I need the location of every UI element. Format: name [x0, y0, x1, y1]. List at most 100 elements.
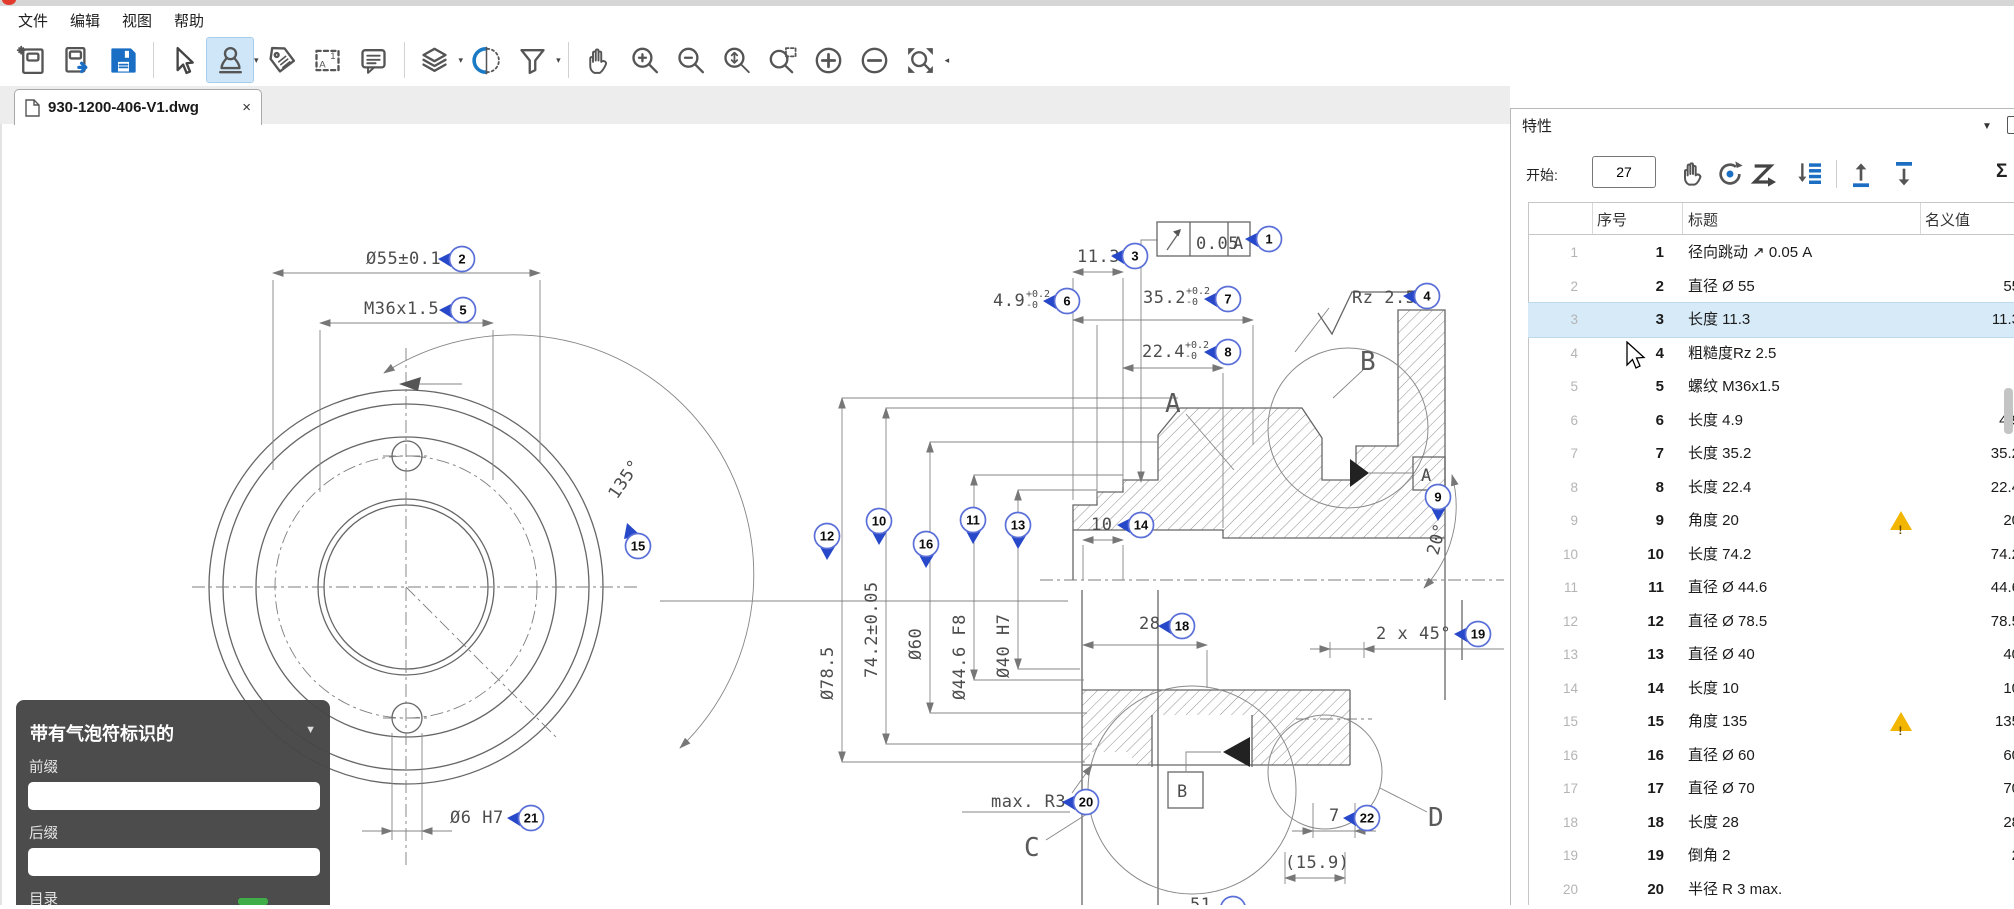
filter-icon[interactable] [509, 38, 555, 82]
row-number: 9 [1622, 504, 1664, 538]
row-index: 20 [1536, 873, 1578, 906]
save-icon[interactable] [100, 38, 146, 82]
stamp-icon[interactable] [207, 38, 253, 82]
scrollbar-thumb[interactable] [2004, 388, 2013, 434]
row-title: 直径 Ø 55 [1688, 270, 1755, 304]
table-row[interactable]: 1414长度 1010 [1528, 672, 2014, 706]
panel-divider[interactable] [1510, 108, 1511, 905]
table-row[interactable]: 1515角度 135!135 [1528, 705, 2014, 739]
row-title: 直径 Ø 40 [1688, 638, 1755, 672]
row-index: 17 [1536, 772, 1578, 806]
table-row[interactable]: 1111直径 Ø 44.644.6 [1528, 571, 2014, 605]
zoom-extents-icon[interactable] [714, 38, 760, 82]
warning-icon: ! [1890, 712, 1912, 731]
row-title: 直径 Ø 70 [1688, 772, 1755, 806]
balloon-panel-collapse-icon[interactable]: ▼ [305, 724, 316, 736]
row-index: 3 [1536, 303, 1578, 337]
zoom-window-icon[interactable] [760, 38, 806, 82]
table-row[interactable]: 44粗糙度Rz 2.5 [1528, 337, 2014, 371]
filter-dropdown-icon[interactable]: ▾ [556, 55, 561, 66]
row-number: 2 [1622, 270, 1664, 304]
prefix-label: 前缀 [29, 756, 58, 777]
table-row[interactable]: 99角度 20!20 [1528, 504, 2014, 538]
table-row[interactable]: 1010长度 74.274.2 [1528, 538, 2014, 572]
table-row[interactable]: 22直径 Ø 5555 [1528, 270, 2014, 304]
balloon-panel-title: 带有气泡符标识的 [30, 720, 174, 746]
table-row[interactable]: 11径向跳动 ↗ 0.05 A [1528, 236, 2014, 270]
row-number: 15 [1622, 705, 1664, 739]
table-row[interactable]: 88长度 22.422.4 [1528, 471, 2014, 505]
tag-icon[interactable] [259, 38, 305, 82]
row-index: 14 [1536, 672, 1578, 706]
zoom-in-icon[interactable] [622, 38, 668, 82]
row-title: 直径 Ø 44.6 [1688, 571, 1767, 605]
suffix-input[interactable] [28, 848, 320, 876]
table-row[interactable]: 2020半径 R 3 max. [1528, 873, 2014, 906]
table-row[interactable]: 1919倒角 22 [1528, 839, 2014, 873]
row-value: 28 [2003, 806, 2014, 840]
zoom-fit-icon[interactable] [898, 38, 944, 82]
row-value: 22.4 [1991, 471, 2014, 505]
row-index: 16 [1536, 739, 1578, 773]
row-value: 10 [2003, 672, 2014, 706]
table-row[interactable]: 1616直径 Ø 6060 [1528, 739, 2014, 773]
row-title: 长度 4.9 [1688, 404, 1743, 438]
characteristics-table: 11径向跳动 ↗ 0.05 A22直径 Ø 555533长度 11.311.34… [1528, 0, 2014, 905]
toolbar-collapse-icon[interactable]: ◂ [945, 55, 950, 66]
row-value: 70 [2003, 772, 2014, 806]
tab-close-icon[interactable]: × [242, 99, 251, 116]
table-row[interactable]: 1717直径 Ø 7070 [1528, 772, 2014, 806]
zoom-out-icon[interactable] [668, 38, 714, 82]
pan-hand-icon[interactable] [576, 38, 622, 82]
row-index: 8 [1536, 471, 1578, 505]
menu-file[interactable]: 文件 [18, 10, 48, 31]
menu-edit[interactable]: 编辑 [70, 10, 100, 31]
minus-circle-icon[interactable] [852, 38, 898, 82]
layers-icon[interactable] [412, 38, 458, 82]
menu-help[interactable]: 帮助 [174, 10, 204, 31]
mirror-icon[interactable] [463, 38, 509, 82]
table-row[interactable]: 1212直径 Ø 78.578.5 [1528, 605, 2014, 639]
row-index: 19 [1536, 839, 1578, 873]
suffix-label: 后缀 [29, 822, 58, 843]
row-number: 18 [1622, 806, 1664, 840]
table-row[interactable]: 77长度 35.235.2 [1528, 437, 2014, 471]
table-row[interactable]: 55螺纹 M36x1.5 [1528, 370, 2014, 404]
row-number: 5 [1622, 370, 1664, 404]
row-title: 长度 35.2 [1688, 437, 1751, 471]
row-value: 78.5 [1991, 605, 2014, 639]
row-title: 半径 R 3 max. [1688, 873, 1782, 906]
row-index: 4 [1536, 337, 1578, 371]
plus-circle-icon[interactable] [806, 38, 852, 82]
green-indicator [238, 898, 268, 905]
row-index: 18 [1536, 806, 1578, 840]
table-row[interactable]: 33长度 11.311.3 [1528, 303, 2014, 337]
open-document-icon[interactable] [54, 38, 100, 82]
row-value: 74.2 [1991, 538, 2014, 572]
svg-text:1: 1 [330, 51, 335, 62]
row-title: 角度 135 [1688, 705, 1747, 739]
cursor-icon[interactable] [161, 38, 207, 82]
prefix-input[interactable] [28, 782, 320, 810]
window-close-icon[interactable] [2, 0, 16, 5]
row-title: 径向跳动 ↗ 0.05 A [1688, 236, 1812, 270]
comment-icon[interactable] [351, 38, 397, 82]
table-row[interactable]: 1818长度 2828 [1528, 806, 2014, 840]
row-value: 35.2 [1991, 437, 2014, 471]
new-document-icon[interactable] [8, 38, 54, 82]
row-value: 55 [2003, 270, 2014, 304]
row-index: 5 [1536, 370, 1578, 404]
toolbar: ▾ A1 ▾ ▾ ◂ [0, 34, 2014, 86]
row-number: 6 [1622, 404, 1664, 438]
row-number: 19 [1622, 839, 1664, 873]
area-select-icon[interactable]: A1 [305, 38, 351, 82]
tab-active-drawing[interactable]: 930-1200-406-V1.dwg × [14, 89, 262, 125]
table-row[interactable]: 66长度 4.94.9 [1528, 404, 2014, 438]
table-row[interactable]: 1313直径 Ø 4040 [1528, 638, 2014, 672]
row-number: 13 [1622, 638, 1664, 672]
row-index: 9 [1536, 504, 1578, 538]
row-title: 角度 20 [1688, 504, 1739, 538]
menu-view[interactable]: 视图 [122, 10, 152, 31]
row-number: 7 [1622, 437, 1664, 471]
toolbar-separator [568, 42, 569, 78]
